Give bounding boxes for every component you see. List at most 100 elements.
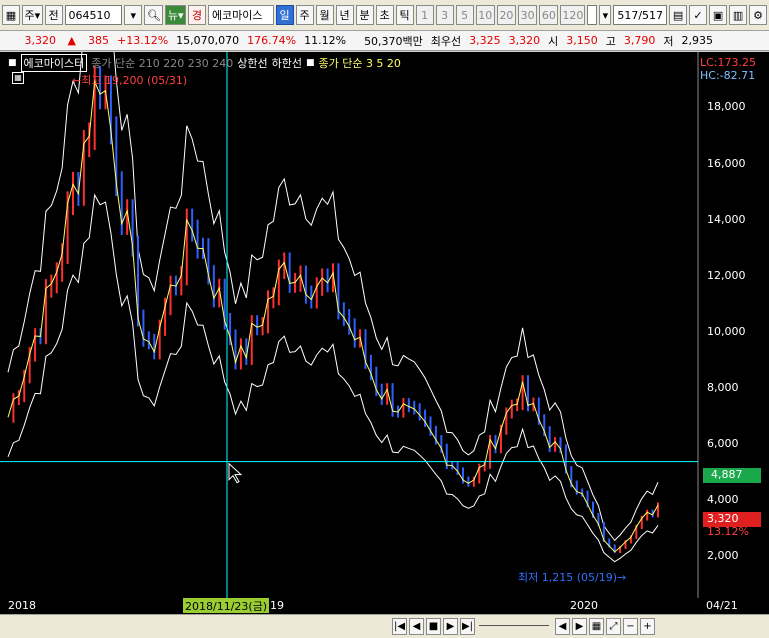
y-tick-label: 6,000: [707, 437, 739, 450]
bottom-toolbar: |◀ ◀ ■ ▶ ▶| ◀ ▶ ▦ ⤢ − +: [0, 614, 769, 638]
date-axis: 2018 19 2020 04/21: [0, 598, 769, 614]
lc-value: LC:173.25: [700, 56, 757, 69]
y-tick-label: 16,000: [707, 157, 746, 170]
search-icon[interactable]: 🔍︎: [144, 5, 164, 25]
zoom-slider[interactable]: [479, 624, 549, 629]
period-month-button[interactable]: 월: [315, 5, 334, 25]
settings-grid-icon[interactable]: ▤: [669, 5, 688, 25]
code-dropdown-icon[interactable]: ▾: [124, 5, 143, 25]
interval-dropdown-icon[interactable]: ▾: [599, 5, 612, 25]
y-tick-label: 18,000: [707, 100, 746, 113]
grid-icon[interactable]: ▦: [2, 5, 20, 25]
table-icon[interactable]: ▦: [12, 72, 24, 84]
last-icon[interactable]: ▶|: [460, 618, 475, 635]
news-button[interactable]: 뉴 ▾: [165, 5, 186, 25]
badge-icon: 경: [187, 5, 206, 25]
range-input[interactable]: 517/517: [613, 5, 668, 25]
stop-icon[interactable]: ■: [426, 618, 441, 635]
hc-value: HC:-82.71: [700, 69, 756, 82]
print-icon[interactable]: ▥: [729, 5, 748, 25]
first-icon[interactable]: |◀: [392, 618, 407, 635]
interval-20[interactable]: 20: [496, 5, 517, 25]
interval-30[interactable]: 30: [518, 5, 538, 25]
y-tick-label: 14,000: [707, 213, 746, 226]
check-icon[interactable]: ✓: [689, 5, 708, 25]
view-icon[interactable]: ▦: [589, 618, 604, 635]
legend-stock-name[interactable]: 에코마이스터: [20, 54, 88, 72]
crosshair-price-tag: 4,887: [703, 468, 761, 483]
chart-canvas[interactable]: [0, 52, 769, 598]
best-bid: 3,320: [508, 34, 541, 47]
legend-upper[interactable]: 상한선: [237, 55, 267, 71]
volume: 15,070,070: [176, 34, 240, 47]
period-year-button[interactable]: 년: [335, 5, 354, 25]
mode-dropdown[interactable]: 주 ▾: [22, 5, 43, 25]
zoom-out-icon[interactable]: ◀: [555, 618, 570, 635]
current-price: 3,320 ▲: [0, 34, 84, 47]
interval-custom-input[interactable]: [587, 5, 598, 25]
price-change-pct: +13.12%: [117, 34, 169, 47]
price-chart[interactable]: [0, 52, 769, 598]
range-value: 517: [617, 8, 639, 22]
range-total: /517: [638, 8, 664, 22]
zoom-in-icon[interactable]: ▶: [572, 618, 587, 635]
y-tick-label: 2,000: [707, 549, 739, 562]
save-icon[interactable]: ▣: [709, 5, 728, 25]
best-ask: 3,325: [469, 34, 501, 47]
y-tick-label: 4,000: [707, 493, 739, 506]
interval-5[interactable]: 5: [455, 5, 474, 25]
interval-120[interactable]: 120: [560, 5, 586, 25]
high-marker: ←최고 19,200 (05/31): [72, 74, 188, 87]
crosshair-date-tag: 2018/11/23(금): [183, 598, 270, 613]
volume-ratio: 176.74%: [247, 34, 297, 47]
current-pct: 13.12%: [707, 525, 749, 538]
upper-band-line: [7, 52, 659, 542]
legend-ma[interactable]: 종가 단순 3 5 20: [318, 55, 400, 71]
interval-3[interactable]: 3: [435, 5, 454, 25]
legend-square-icon: ■: [8, 58, 17, 68]
minute-button[interactable]: 분: [355, 5, 374, 25]
price-bar: 3,320 ▲ 385 +13.12% 15,070,070 176.74% 1…: [0, 31, 769, 51]
mouse-cursor-icon: [228, 462, 243, 484]
date-label: 2018: [8, 599, 36, 612]
open-label: 시: [548, 34, 559, 48]
legend-hidden-ma[interactable]: 종가 단순 210 220 230 240: [91, 55, 233, 71]
high-label: 고: [605, 34, 616, 48]
date-label: 2020: [570, 599, 598, 612]
legend-lower[interactable]: 하한선: [272, 55, 302, 71]
stock-name: 에코마이스: [207, 5, 274, 25]
gear-icon[interactable]: ⚙: [749, 5, 768, 25]
date-label: 19: [270, 599, 284, 612]
price-change: 385: [88, 34, 109, 47]
chart-legend: ■ 에코마이스터 종가 단순 210 220 230 240 상한선 하한선 ■…: [8, 54, 401, 72]
interval-1[interactable]: 1: [415, 5, 434, 25]
low-marker: 최저 1,215 (05/19)→: [518, 571, 627, 584]
second-button[interactable]: 초: [375, 5, 394, 25]
legend-square-icon-2: ■: [305, 58, 315, 68]
next-icon[interactable]: ▶: [443, 618, 458, 635]
prev-icon[interactable]: ◀: [409, 618, 424, 635]
tick-button[interactable]: 틱: [395, 5, 414, 25]
y-tick-label: 8,000: [707, 381, 739, 394]
last-date-label: 04/21: [706, 599, 738, 612]
minus-icon[interactable]: −: [623, 618, 638, 635]
price-value: 3,320: [24, 34, 57, 47]
trade-amount: 50,370백만: [364, 34, 423, 48]
period-week-button[interactable]: 주: [295, 5, 314, 25]
low-price: 2,935: [681, 34, 714, 47]
up-arrow-icon: ▲: [67, 34, 76, 47]
toolbar: ▦ 주 ▾ 전 064510 ▾ 🔍︎ 뉴 ▾ 경 에코마이스 일 주 월 년 분 …: [0, 0, 769, 31]
period-day-button[interactable]: 일: [275, 5, 294, 25]
chart-window: ▦ 주 ▾ 전 064510 ▾ 🔍︎ 뉴 ▾ 경 에코마이스 일 주 월 년 분 …: [0, 0, 769, 638]
y-tick-label: 10,000: [707, 325, 746, 338]
best-label: 최우선: [430, 34, 462, 48]
scope-button[interactable]: 전: [44, 5, 63, 25]
plus-icon[interactable]: +: [640, 618, 655, 635]
y-tick-label: 12,000: [707, 269, 746, 282]
code-value: 064510: [68, 8, 111, 22]
code-input[interactable]: 064510: [64, 5, 123, 25]
open-price: 3,150: [566, 34, 598, 47]
interval-10[interactable]: 10: [475, 5, 495, 25]
interval-60[interactable]: 60: [539, 5, 559, 25]
fit-icon[interactable]: ⤢: [606, 618, 621, 635]
